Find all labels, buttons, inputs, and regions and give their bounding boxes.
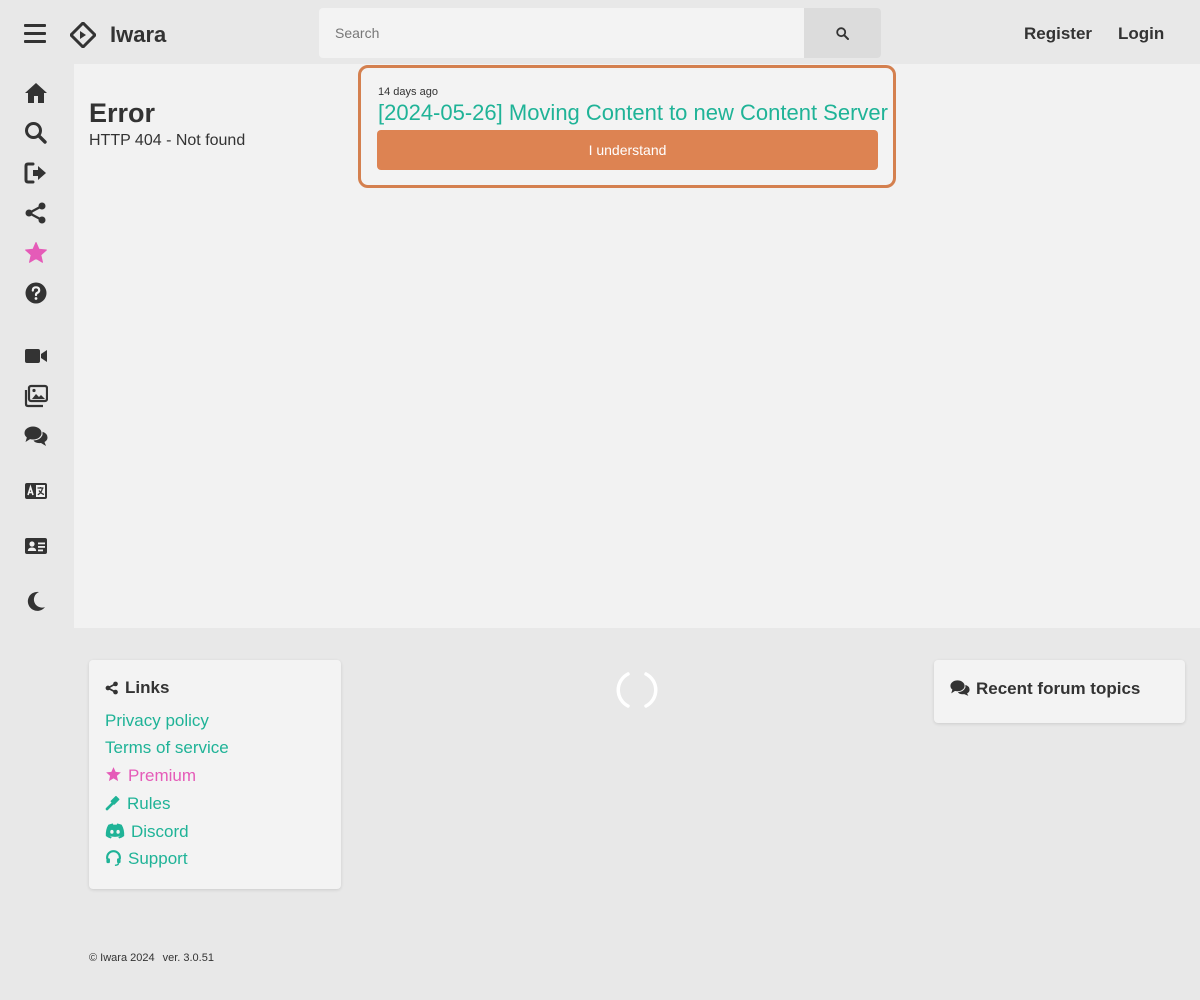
header: Iwara Register Login — [0, 0, 1200, 64]
version-text: ver. 3.0.51 — [162, 952, 214, 964]
login-link[interactable]: Login — [1118, 24, 1164, 44]
register-link[interactable]: Register — [1024, 24, 1092, 44]
home-icon[interactable] — [24, 81, 48, 105]
help-icon[interactable] — [24, 281, 48, 305]
star-icon — [106, 767, 121, 782]
language-icon[interactable] — [24, 479, 48, 503]
menu-icon[interactable] — [24, 24, 46, 43]
sidebar — [0, 64, 74, 628]
comments-icon[interactable] — [24, 424, 48, 448]
copyright-text: © Iwara 2024 — [89, 952, 155, 964]
search-icon[interactable] — [24, 121, 48, 145]
moon-icon[interactable] — [24, 589, 48, 613]
copyright: © Iwara 2024 ver. 3.0.51 — [89, 952, 214, 964]
share-icon — [105, 681, 118, 695]
headset-icon — [106, 850, 121, 866]
loading-spinner — [616, 672, 658, 708]
notice-title-link[interactable]: [2024-05-26] Moving Content to new Conte… — [378, 100, 888, 126]
privacy-policy-link[interactable]: Privacy policy — [105, 711, 209, 731]
forum-heading: Recent forum topics — [950, 679, 1140, 699]
images-icon[interactable] — [24, 384, 48, 408]
search-button[interactable] — [804, 8, 881, 58]
understand-button[interactable]: I understand — [377, 130, 878, 170]
id-card-icon[interactable] — [24, 534, 48, 558]
links-heading: Links — [105, 678, 169, 698]
announcement-notice: 14 days ago [2024-05-26] Moving Content … — [358, 65, 896, 188]
sign-in-icon[interactable] — [24, 161, 48, 185]
premium-star-icon[interactable] — [24, 241, 48, 265]
terms-of-service-link[interactable]: Terms of service — [105, 738, 229, 758]
comments-icon — [950, 680, 970, 696]
video-icon[interactable] — [24, 344, 48, 368]
premium-link[interactable]: Premium — [105, 766, 196, 786]
brand-name[interactable]: Iwara — [110, 22, 166, 48]
discord-icon — [105, 823, 125, 839]
gavel-icon — [105, 795, 120, 811]
discord-link[interactable]: Discord — [105, 822, 189, 842]
error-message: HTTP 404 - Not found — [89, 132, 246, 149]
recent-forum-topics-card: Recent forum topics — [934, 660, 1185, 723]
rules-link[interactable]: Rules — [105, 794, 170, 814]
support-link[interactable]: Support — [105, 849, 188, 869]
error-title: Error — [89, 98, 156, 128]
notice-timestamp: 14 days ago — [378, 86, 438, 98]
search-icon — [836, 27, 849, 40]
search-input[interactable] — [319, 8, 805, 58]
logo-icon[interactable] — [70, 22, 96, 48]
share-icon[interactable] — [24, 201, 48, 225]
links-card: Links Privacy policy Terms of service Pr… — [89, 660, 341, 889]
